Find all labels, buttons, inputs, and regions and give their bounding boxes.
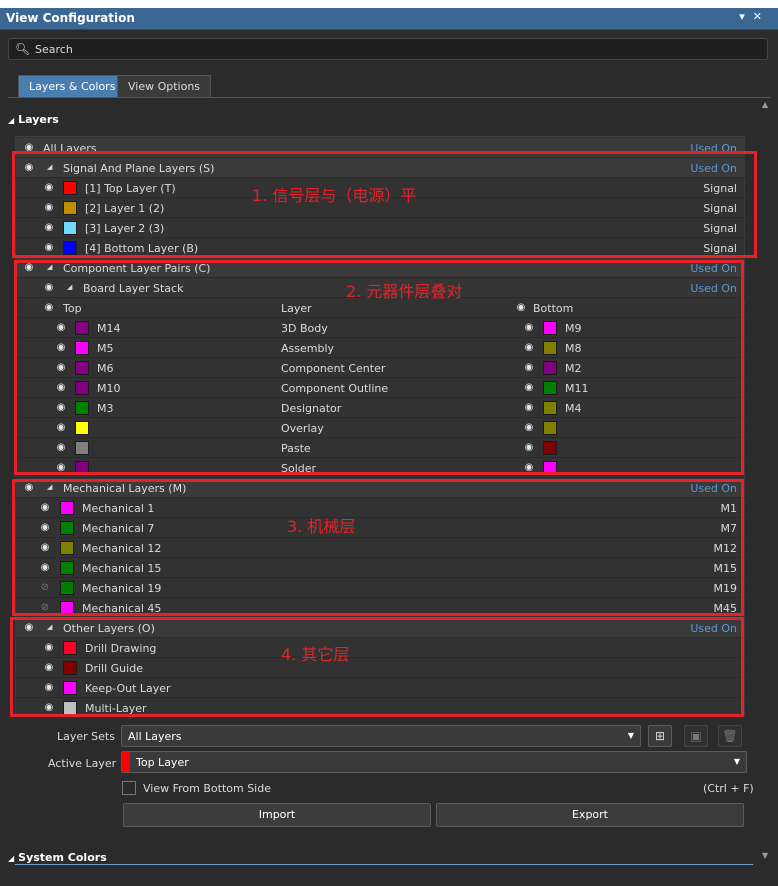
- scroll-up-icon[interactable]: ▲: [762, 100, 768, 109]
- panel-title: View Configuration: [6, 11, 135, 25]
- search-input[interactable]: 🔍︎ Search: [8, 38, 768, 60]
- system-colors-divider: [15, 864, 753, 865]
- annotation-label-2: 2. 元器件层叠对: [346, 282, 463, 301]
- active-layer-color-swatch: [122, 752, 130, 772]
- section-layers-label: Layers: [18, 113, 59, 126]
- scrollbar[interactable]: ▲ ▼: [760, 100, 774, 860]
- collapse-icon: ◢: [8, 854, 15, 863]
- save-layer-set-button[interactable]: ▣: [684, 725, 708, 747]
- delete-layer-set-button[interactable]: 🗑︎: [718, 725, 742, 747]
- close-icon[interactable]: ✕: [753, 10, 770, 23]
- layer-sets-label: Layer Sets: [57, 730, 115, 743]
- annotation-box-4: [10, 617, 744, 717]
- trash-icon: 🗑︎: [722, 729, 738, 743]
- section-layers[interactable]: ◢ Layers: [8, 113, 59, 126]
- active-layer-select[interactable]: Top Layer ▼: [121, 751, 747, 773]
- shortcut-label: (Ctrl + F): [703, 782, 754, 795]
- chevron-down-icon: ▼: [627, 731, 634, 740]
- dropdown-icon[interactable]: ▾: [739, 10, 753, 23]
- view-from-bottom-checkbox[interactable]: [122, 781, 136, 795]
- layer-sets-select[interactable]: All Layers ▼: [121, 725, 641, 747]
- tab-layers-colors[interactable]: Layers & Colors: [18, 75, 127, 98]
- search-placeholder: Search: [35, 43, 73, 56]
- active-layer-label: Active Layer: [48, 757, 117, 770]
- section-system-colors-label: System Colors: [18, 851, 107, 864]
- chevron-down-icon: ▼: [733, 757, 740, 766]
- section-system-colors[interactable]: ◢ System Colors: [8, 851, 107, 864]
- collapse-icon: ◢: [8, 116, 15, 125]
- annotation-label-4: 4. 其它层: [281, 645, 350, 664]
- view-from-bottom-label: View From Bottom Side: [143, 782, 271, 795]
- top-strip: [0, 0, 778, 8]
- panel-titlebar: View Configuration ▾✕: [0, 8, 778, 30]
- import-button[interactable]: Import: [123, 803, 431, 827]
- tab-divider: [8, 97, 770, 98]
- tab-view-options[interactable]: View Options: [117, 75, 212, 98]
- annotation-label-1: 1. 信号层与（电源）平: [252, 186, 417, 205]
- scroll-down-icon[interactable]: ▼: [762, 851, 768, 860]
- search-icon: 🔍︎: [15, 42, 31, 56]
- export-button[interactable]: Export: [436, 803, 744, 827]
- annotation-label-3: 3. 机械层: [287, 517, 356, 536]
- layer-sets-value: All Layers: [128, 730, 182, 743]
- save-icon: ▣: [690, 729, 702, 743]
- add-layer-set-button[interactable]: ⊞: [648, 725, 672, 747]
- annotation-box-3: [12, 479, 744, 616]
- add-set-icon: ⊞: [654, 729, 666, 743]
- active-layer-value: Top Layer: [136, 756, 189, 769]
